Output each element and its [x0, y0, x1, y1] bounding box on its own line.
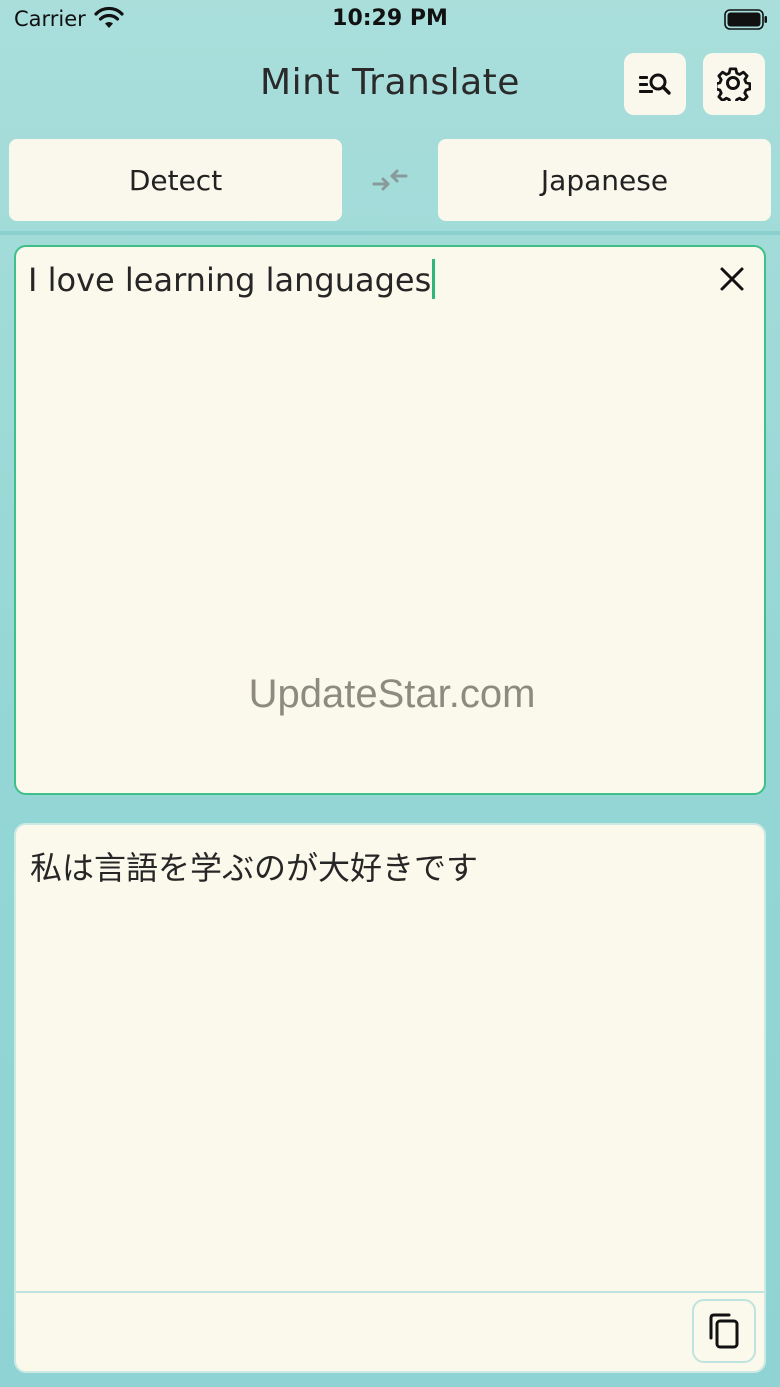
source-language-label: Detect: [128, 163, 223, 197]
watermark: UpdateStar.com: [248, 672, 536, 716]
search-list-icon: [639, 73, 671, 95]
text-caret: [432, 259, 436, 299]
status-bar: Carrier 10:29 PM: [0, 0, 780, 40]
close-icon[interactable]: [718, 265, 746, 293]
target-language-label: Japanese: [540, 163, 669, 197]
copy-button[interactable]: [692, 1299, 756, 1363]
source-text-input[interactable]: I love learning languages UpdateStar.com: [14, 245, 766, 795]
settings-button[interactable]: [703, 53, 765, 115]
target-language-button[interactable]: Japanese: [438, 139, 771, 221]
header-divider: [0, 231, 780, 235]
copy-icon: [709, 1313, 739, 1349]
translation-text: 私は言語を学ぶのが大好きです: [30, 849, 479, 887]
swap-arrows-icon[interactable]: [370, 164, 410, 196]
translation-output: 私は言語を学ぶのが大好きです: [14, 823, 766, 1373]
battery-icon: [724, 9, 767, 30]
history-search-button[interactable]: [624, 53, 686, 115]
source-text-field[interactable]: I love learning languages: [28, 259, 436, 299]
gear-icon: [717, 67, 751, 101]
source-language-button[interactable]: Detect: [9, 139, 342, 221]
clock: 10:29 PM: [332, 6, 448, 31]
output-toolbar: [16, 1291, 764, 1371]
source-text-value: I love learning languages: [28, 261, 432, 299]
